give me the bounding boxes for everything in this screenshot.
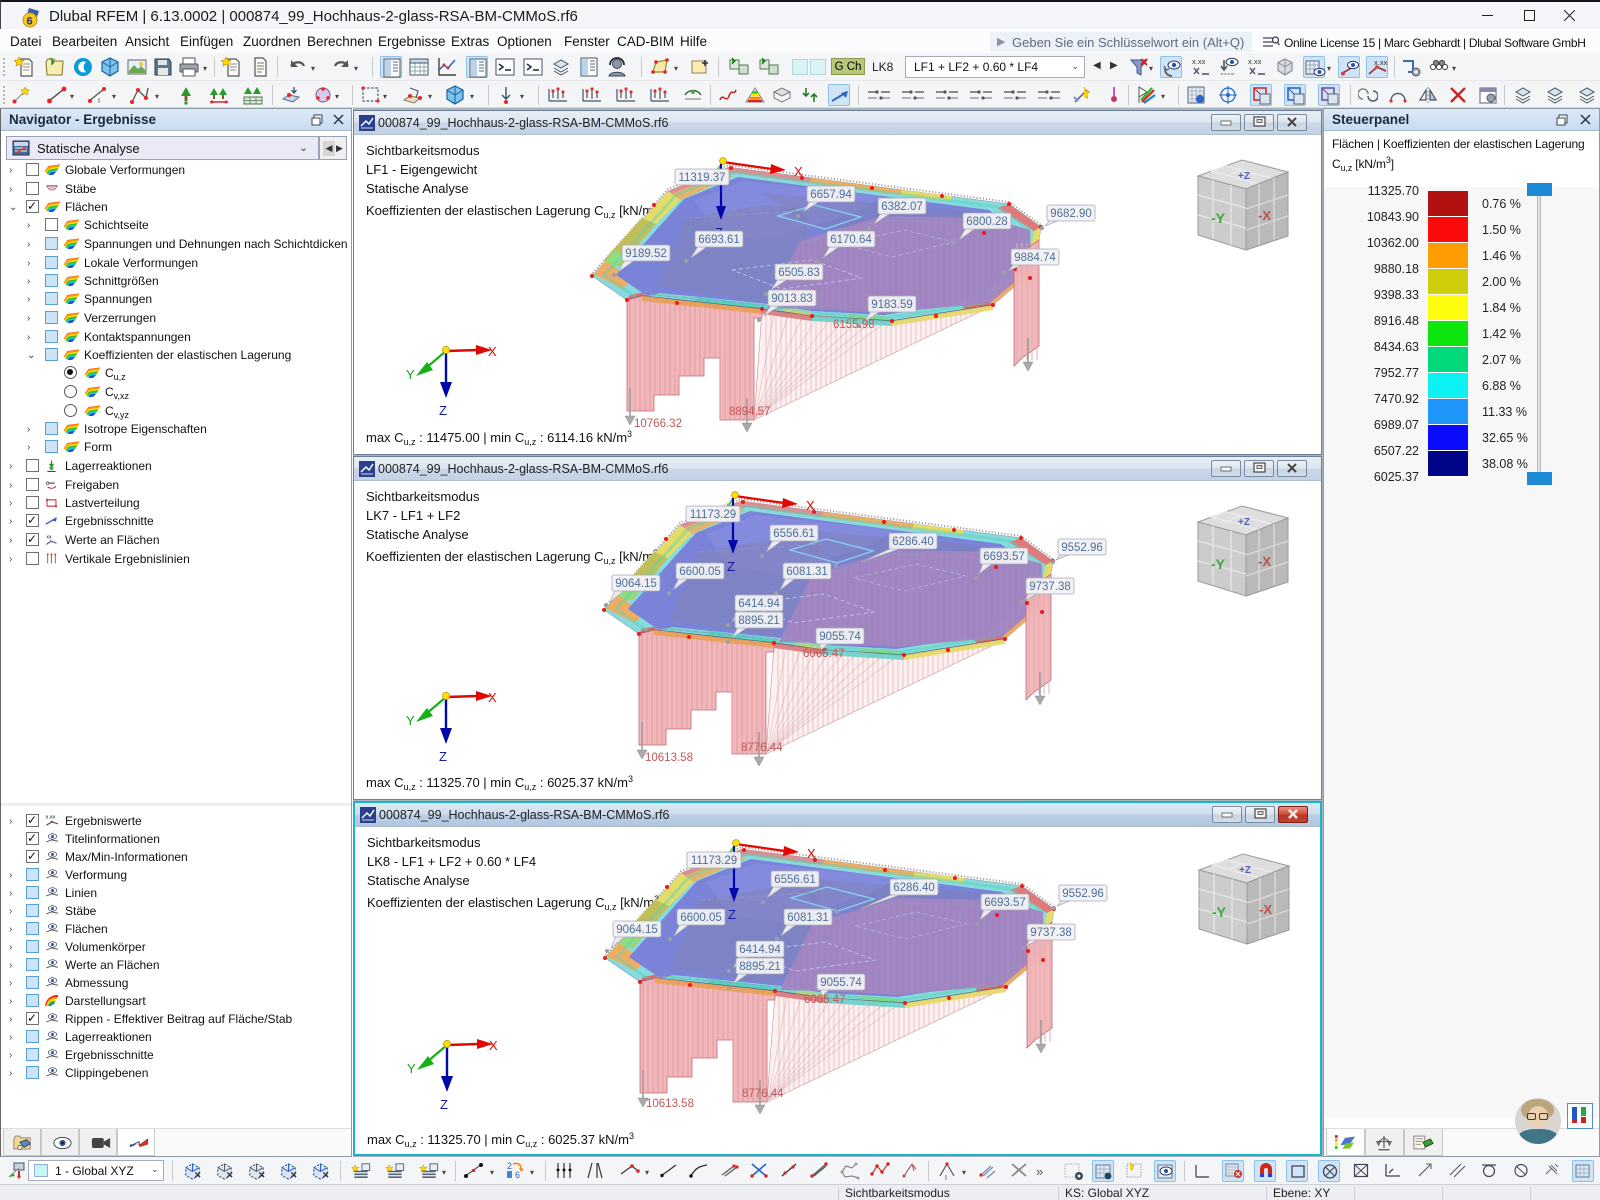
svg-text:6600.05: 6600.05 [680,912,722,924]
svg-text:6170.64: 6170.64 [830,234,872,246]
svg-text:8895.21: 8895.21 [738,615,780,627]
svg-text:9064.15: 9064.15 [615,578,657,590]
svg-text:11173.29: 11173.29 [691,855,737,867]
svg-text:11319.37: 11319.37 [678,172,725,184]
svg-text:6081.31: 6081.31 [787,912,829,924]
svg-text:x.xx: x.xx [46,814,56,820]
svg-text:2: 2 [507,1161,512,1171]
svg-text:6382.07: 6382.07 [881,201,923,213]
svg-text:6600.05: 6600.05 [679,566,721,578]
svg-text:6505.83: 6505.83 [778,267,820,279]
svg-text:6800.28: 6800.28 [966,216,1008,228]
svg-text:8895.21: 8895.21 [739,961,781,973]
svg-text:9183.59: 9183.59 [871,299,913,311]
svg-text:9189.52: 9189.52 [625,248,667,260]
svg-text:6: 6 [515,1170,520,1180]
svg-text:6155.98: 6155.98 [833,319,875,331]
svg-text:9884.74: 9884.74 [1014,252,1056,264]
svg-text:6693.61: 6693.61 [698,234,740,246]
svg-text:9552.96: 9552.96 [1062,888,1104,900]
svg-text:6081.31: 6081.31 [786,566,828,578]
svg-text:10613.58: 10613.58 [646,1098,694,1110]
svg-text:6556.61: 6556.61 [774,874,816,886]
svg-text:I: I [945,1175,947,1181]
svg-text:6065.47: 6065.47 [804,994,846,1006]
svg-text:9682.90: 9682.90 [1050,208,1092,220]
svg-text:9737.38: 9737.38 [1029,581,1071,593]
svg-text:9064.15: 9064.15 [616,924,658,936]
svg-text:9055.74: 9055.74 [819,631,861,643]
svg-text:9055.74: 9055.74 [820,977,862,989]
svg-text:9552.96: 9552.96 [1061,542,1103,554]
svg-text:9737.38: 9737.38 [1030,927,1072,939]
svg-text:6: 6 [27,16,33,28]
svg-text:8776.44: 8776.44 [741,742,783,754]
svg-text:I: I [98,98,100,104]
svg-text:6657.94: 6657.94 [810,189,852,201]
svg-text:6556.61: 6556.61 [773,528,815,540]
svg-text:6693.57: 6693.57 [983,551,1025,563]
svg-text:9013.83: 9013.83 [771,293,813,305]
svg-text:10613.58: 10613.58 [645,752,693,764]
svg-text:8894.57: 8894.57 [729,406,771,418]
svg-text:6065.47: 6065.47 [803,648,845,660]
svg-text:6286.40: 6286.40 [892,536,934,548]
svg-text:10766.32: 10766.32 [634,418,682,430]
svg-text:6286.40: 6286.40 [893,882,935,894]
svg-text:6693.57: 6693.57 [984,897,1026,909]
svg-text:8776.44: 8776.44 [742,1088,784,1100]
svg-text:6414.94: 6414.94 [738,598,780,610]
svg-text:11173.29: 11173.29 [690,509,736,521]
svg-text:6414.94: 6414.94 [739,944,781,956]
